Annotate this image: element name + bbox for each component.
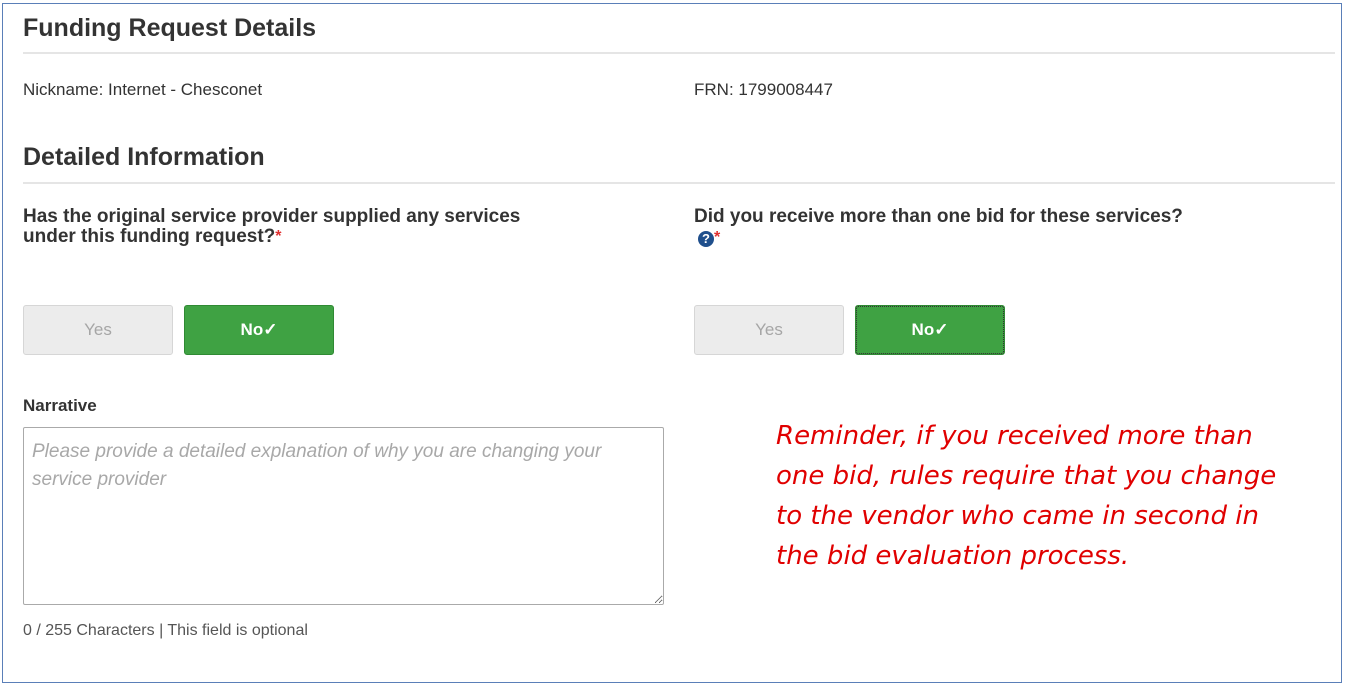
question-line-text: under this funding request? [23,226,276,247]
nickname-text: Nickname: Internet - Chesconet [23,80,263,99]
question-more-than-one-bid: Did you receive more than one bid for th… [694,207,1334,248]
character-counter: 0 / 255 Characters | This field is optio… [23,622,308,639]
narrative-textarea[interactable] [23,427,664,605]
reminder-note: Reminder, if you received more than one … [776,421,1277,571]
required-asterisk: * [275,228,282,245]
question-line: ? * [694,228,1334,248]
q2-yes-button[interactable]: Yes [694,305,844,355]
funding-request-title: Funding Request Details [23,14,317,42]
question-line: Has the original service provider suppli… [23,206,521,227]
q1-no-button[interactable]: No✓ [184,305,334,355]
q2-no-button[interactable]: No✓ [855,305,1005,355]
frn-text: FRN: 1799008447 [694,80,833,99]
q1-yes-button[interactable]: Yes [23,305,173,355]
detailed-information-title: Detailed Information [23,143,265,171]
question-line: Did you receive more than one bid for th… [694,206,1183,227]
help-icon[interactable]: ? [698,230,714,247]
question-original-provider: Has the original service provider suppli… [23,207,683,247]
question-line: under this funding request?* [23,227,683,247]
section-divider [23,52,1335,54]
required-asterisk: * [714,229,721,246]
section-divider [23,182,1335,184]
narrative-label: Narrative [23,396,97,415]
